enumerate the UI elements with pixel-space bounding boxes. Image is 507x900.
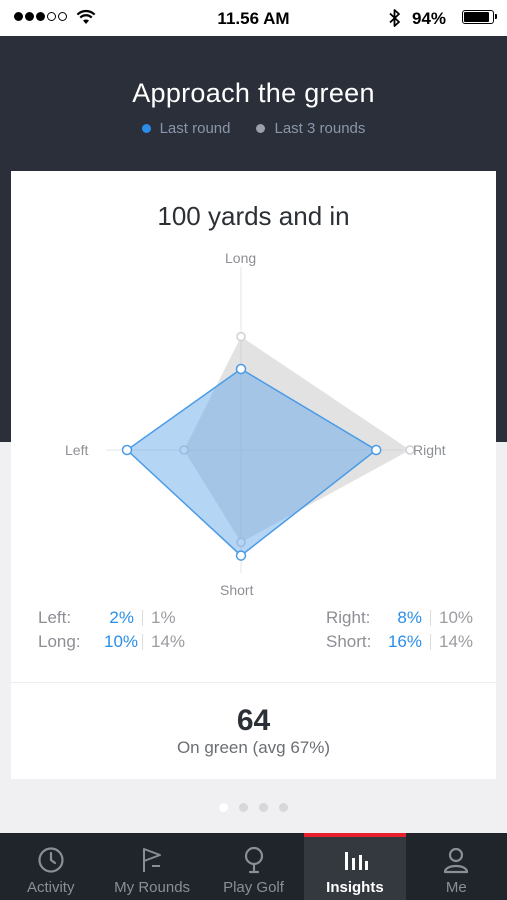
divider [430, 634, 431, 650]
legend-label: Last 3 rounds [274, 120, 366, 137]
bluetooth-icon [389, 9, 400, 27]
point-last-round-right [370, 444, 382, 456]
on-green-count: 64 [236, 704, 271, 737]
battery-percent: 94% [412, 9, 447, 28]
stat-last-3-rounds: 1% [151, 608, 176, 627]
stat-label: Right: [326, 608, 371, 627]
tab-label: Play Golf [223, 879, 284, 896]
tab-play-golf[interactable]: Play Golf [203, 833, 304, 900]
axis-label-right: Right [413, 442, 446, 458]
tab-label: Me [445, 879, 467, 896]
battery-icon [462, 10, 497, 24]
legend-item-last-round: Last round [141, 120, 231, 137]
tab-activity[interactable]: Activity [0, 833, 101, 900]
stat-last-round: 16% [387, 632, 422, 651]
divider [430, 610, 431, 626]
page-title: Approach the green [132, 78, 375, 108]
legend-dot [256, 124, 266, 133]
tab-label: Activity [26, 879, 75, 896]
stat-last-round: 8% [397, 608, 422, 627]
stat-last-round: 2% [109, 608, 134, 627]
point-last-round-long [235, 363, 247, 375]
stat-row-long: Long: 10% 14% [38, 632, 185, 652]
clock-icon [37, 845, 65, 875]
flag-icon [138, 845, 166, 875]
stat-row-short: Short: 16% 14% [326, 632, 473, 652]
point-last-3-rounds-long [236, 331, 246, 342]
legend-dot [141, 124, 151, 133]
point-last-round-left [121, 444, 133, 456]
radar-chart [106, 267, 415, 573]
page-dot[interactable] [239, 803, 248, 812]
tab-label: My Rounds [114, 879, 191, 896]
tab-bar: Activity My Rounds Play Golf Insights Me [0, 833, 507, 900]
stat-label: Left: [38, 608, 72, 627]
legend-item-last-3-rounds: Last 3 rounds [256, 120, 365, 137]
axis-label-short: Short [220, 582, 254, 598]
page-dot[interactable] [259, 803, 268, 812]
card-divider [11, 682, 496, 683]
axis-label-long: Long [225, 250, 257, 266]
tab-my-rounds[interactable]: My Rounds [101, 833, 202, 900]
golf-ball-icon [240, 845, 268, 875]
insight-card[interactable]: 100 yards and in Long Short Left Right L… [11, 171, 496, 779]
series-area-last-round [125, 368, 378, 557]
axis-label-left: Left [65, 442, 89, 458]
stat-last-3-rounds: 10% [439, 608, 474, 627]
page-dot[interactable] [219, 803, 228, 812]
legend: Last round Last 3 rounds [0, 120, 507, 137]
tab-insights[interactable]: Insights [304, 833, 407, 900]
bar-chart-icon [341, 845, 369, 875]
tab-me[interactable]: Me [406, 833, 507, 900]
stat-label: Short: [326, 632, 372, 651]
page-dot[interactable] [279, 803, 288, 812]
stat-last-3-rounds: 14% [151, 632, 186, 651]
point-last-round-short [235, 550, 247, 561]
legend-label: Last round [159, 120, 231, 137]
stat-last-round: 10% [104, 632, 139, 651]
tab-label: Insights [326, 879, 384, 896]
status-bar: 11.56 AM 94% [0, 0, 507, 36]
person-icon [442, 845, 470, 875]
page-indicator[interactable] [0, 803, 507, 812]
divider [142, 634, 143, 650]
stat-row-left: Left: 2% 1% [38, 608, 176, 628]
on-green-caption: On green (avg 67%) [176, 738, 331, 757]
divider [142, 610, 143, 626]
stat-last-3-rounds: 14% [439, 632, 474, 651]
stat-row-right: Right: 8% 10% [326, 608, 473, 628]
stat-label: Long: [38, 632, 81, 651]
